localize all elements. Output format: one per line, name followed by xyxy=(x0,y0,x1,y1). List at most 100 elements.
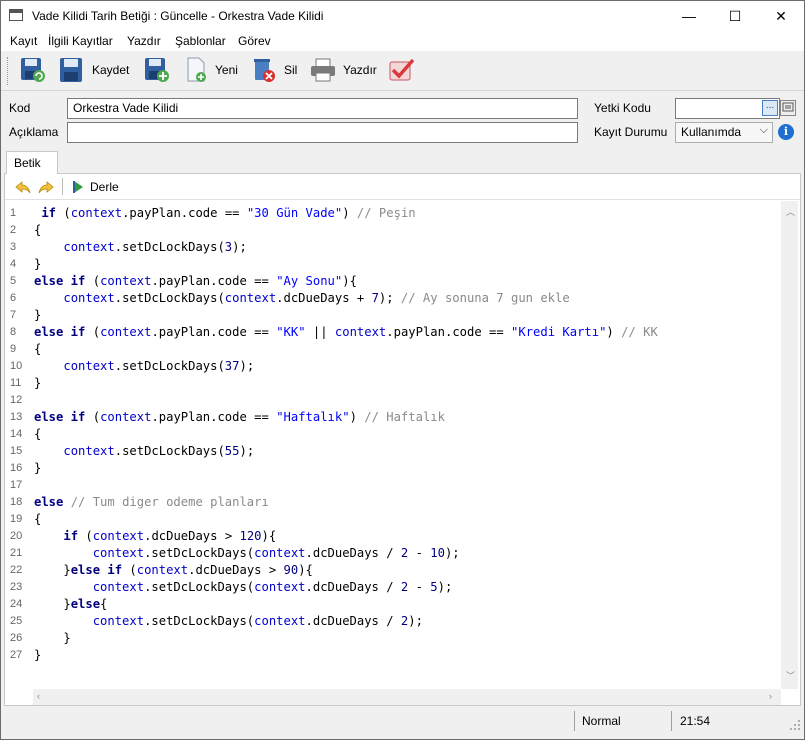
code-line[interactable]: 22 }else if (context.dcDueDays > 90){ xyxy=(5,562,775,579)
line-number: 2 xyxy=(10,224,17,236)
tab-betik[interactable]: Betik xyxy=(6,151,58,174)
new-button-label[interactable]: Yeni xyxy=(215,63,238,77)
code-line[interactable]: 24 }else{ xyxy=(5,596,775,613)
code-line[interactable]: 20 if (context.dcDueDays > 120){ xyxy=(5,528,775,545)
code-text: else if (context.payPlan.code == "Haftal… xyxy=(34,410,445,424)
close-button[interactable]: ✕ xyxy=(758,1,804,31)
save-reload-icon[interactable] xyxy=(19,56,47,84)
auth-code-browse-button[interactable]: ... xyxy=(762,100,778,116)
line-number: 25 xyxy=(10,615,23,627)
code-line[interactable]: 8 else if (context.payPlan.code == "KK" |… xyxy=(5,324,775,341)
code-line[interactable]: 15 context.setDcLockDays(55); xyxy=(5,443,775,460)
code-line[interactable]: 23 context.setDcLockDays(context.dcDueDa… xyxy=(5,579,775,596)
line-number: 22 xyxy=(10,564,23,576)
code-input[interactable]: Orkestra Vade Kilidi xyxy=(67,98,578,119)
code-line[interactable]: 18 else // Tum diger odeme planları xyxy=(5,494,775,511)
status-select-value: Kullanımda xyxy=(681,125,742,139)
code-line[interactable]: 7} xyxy=(5,307,775,324)
description-input[interactable] xyxy=(67,122,578,143)
code-text: { xyxy=(34,342,42,356)
line-number: 19 xyxy=(10,513,23,525)
status-bar: Normal 21:54 xyxy=(1,709,804,733)
menu-bar: Kayıt İlgili Kayıtlar Yazdır Şablonlar G… xyxy=(1,31,804,51)
save-icon[interactable] xyxy=(58,56,86,84)
undo-icon[interactable] xyxy=(14,179,32,195)
line-number: 13 xyxy=(10,411,23,423)
description-label: Açıklama xyxy=(9,125,59,139)
code-line[interactable]: 19 { xyxy=(5,511,775,528)
code-line[interactable]: 25 context.setDcLockDays(context.dcDueDa… xyxy=(5,613,775,630)
code-text: } xyxy=(34,461,42,475)
code-text: context.setDcLockDays(context.dcDueDays … xyxy=(92,580,453,594)
menu-ilgili-kayitlar[interactable]: İlgili Kayıtlar xyxy=(48,34,113,48)
redo-icon[interactable] xyxy=(37,179,55,195)
app-window: Vade Kilidi Tarih Betiği : Güncelle - Or… xyxy=(0,0,805,740)
menu-kayit[interactable]: Kayıt xyxy=(10,34,37,48)
line-number: 12 xyxy=(10,394,23,406)
line-number: 8 xyxy=(10,326,17,338)
code-line[interactable]: 27} xyxy=(5,647,775,664)
scroll-down-icon[interactable]: ﹀ xyxy=(786,669,795,682)
code-text: { xyxy=(34,427,42,441)
menu-yazdir[interactable]: Yazdır xyxy=(127,34,161,48)
code-line[interactable]: 4} xyxy=(5,256,775,273)
code-text: } xyxy=(34,308,42,322)
code-line[interactable]: 14 { xyxy=(5,426,775,443)
auth-code-list-button[interactable] xyxy=(780,100,796,116)
print-button-label[interactable]: Yazdır xyxy=(343,63,377,77)
scroll-up-icon[interactable]: ︿ xyxy=(786,205,795,218)
delete-button-label[interactable]: Sil xyxy=(284,63,297,77)
vertical-scrollbar[interactable]: ︿ ﹀ xyxy=(781,201,798,689)
code-line[interactable]: 21 context.setDcLockDays(context.dcDueDa… xyxy=(5,545,775,562)
editor-toolbar: Derle xyxy=(5,174,800,200)
printer-icon[interactable] xyxy=(309,56,337,84)
auth-code-label: Yetki Kodu xyxy=(594,101,651,115)
code-line[interactable]: 12 xyxy=(5,392,775,409)
code-line[interactable]: 2{ xyxy=(5,222,775,239)
line-number: 23 xyxy=(10,581,23,593)
menu-gorev[interactable]: Görev xyxy=(238,34,271,48)
code-line[interactable]: 17 xyxy=(5,477,775,494)
code-text: { xyxy=(34,223,42,237)
status-separator xyxy=(671,711,672,731)
status-label: Kayıt Durumu xyxy=(594,125,668,139)
scroll-right-icon[interactable]: › xyxy=(769,691,772,701)
code-text: context.setDcLockDays(context.dcDueDays … xyxy=(63,291,570,305)
code-text: }else if (context.dcDueDays > 90){ xyxy=(34,563,313,577)
check-icon[interactable] xyxy=(388,56,416,84)
line-number: 17 xyxy=(10,479,23,491)
menu-sablonlar[interactable]: Şablonlar xyxy=(175,34,226,48)
save-button-label[interactable]: Kaydet xyxy=(92,63,129,77)
title-bar[interactable]: Vade Kilidi Tarih Betiği : Güncelle - Or… xyxy=(1,1,804,31)
list-icon xyxy=(782,102,794,112)
code-line[interactable]: 6 context.setDcLockDays(context.dcDueDay… xyxy=(5,290,775,307)
code-line[interactable]: 9{ xyxy=(5,341,775,358)
code-line[interactable]: 1 if (context.payPlan.code == "30 Gün Va… xyxy=(5,205,775,222)
window-title: Vade Kilidi Tarih Betiği : Güncelle - Or… xyxy=(32,9,324,23)
horizontal-scrollbar[interactable]: ‹ › xyxy=(33,689,781,705)
code-line[interactable]: 11} xyxy=(5,375,775,392)
toolbar-grip[interactable] xyxy=(7,57,10,85)
new-document-icon[interactable] xyxy=(182,56,210,84)
code-line[interactable]: 16} xyxy=(5,460,775,477)
resize-grip-icon[interactable] xyxy=(789,719,801,731)
minimize-button[interactable]: — xyxy=(666,1,712,31)
compile-icon[interactable] xyxy=(72,180,84,194)
code-line[interactable]: 26 } xyxy=(5,630,775,647)
scroll-left-icon[interactable]: ‹ xyxy=(37,691,40,701)
compile-button-label[interactable]: Derle xyxy=(90,180,119,194)
status-select[interactable]: Kullanımda ⌵ xyxy=(675,122,773,143)
code-line[interactable]: 13 else if (context.payPlan.code == "Haft… xyxy=(5,409,775,426)
delete-icon[interactable] xyxy=(250,56,278,84)
code-line[interactable]: 10 context.setDcLockDays(37); xyxy=(5,358,775,375)
save-new-icon[interactable] xyxy=(143,56,171,84)
status-time: 21:54 xyxy=(680,714,711,728)
line-number: 4 xyxy=(10,258,17,270)
maximize-button[interactable]: ☐ xyxy=(712,1,758,31)
code-line[interactable]: 3 context.setDcLockDays(3); xyxy=(5,239,775,256)
info-icon[interactable]: i xyxy=(778,124,794,140)
code-editor[interactable]: ︿ ﹀ ‹ › 1 if (context.payPlan.code == "3… xyxy=(5,201,800,705)
code-line[interactable]: 5 else if (context.payPlan.code == "Ay So… xyxy=(5,273,775,290)
chevron-down-icon: ⌵ xyxy=(759,124,768,136)
line-number: 26 xyxy=(10,632,23,644)
